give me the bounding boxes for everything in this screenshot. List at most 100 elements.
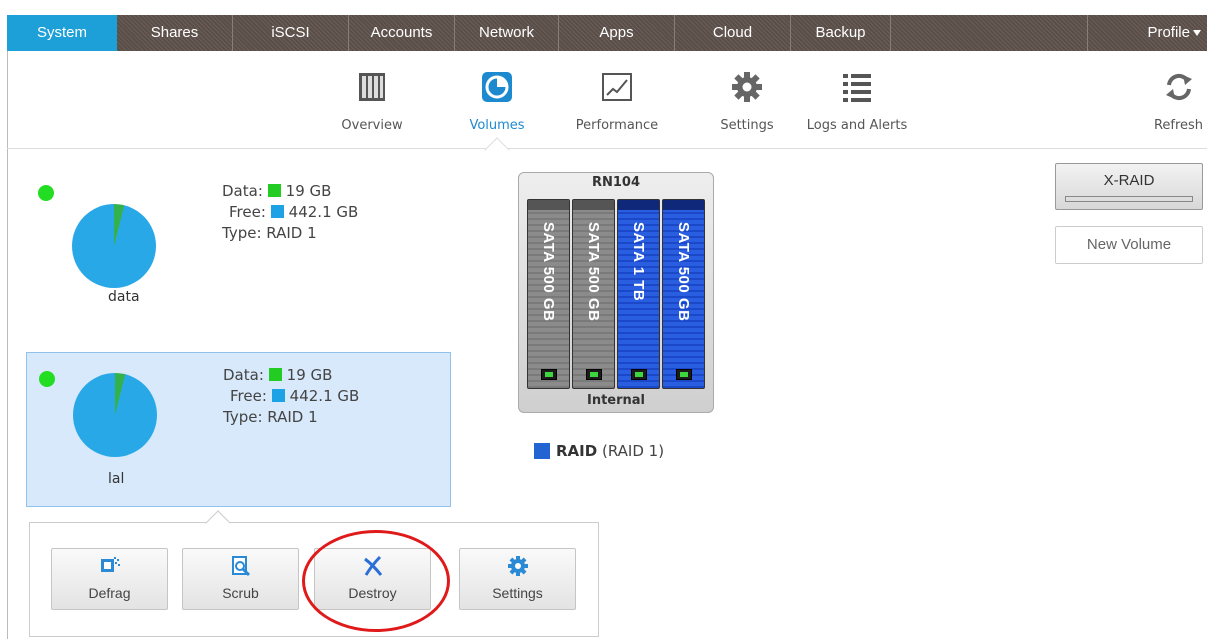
type-value: RAID 1 [266,224,317,242]
disk-bay-4[interactable]: SATA 500 GB [662,199,705,389]
refresh-label: Refresh [1153,118,1204,133]
volume-usage-pie-chart [73,373,157,457]
subnav-logs-and-alerts[interactable]: Logs and Alerts [802,51,912,149]
volume-type-row: Type: RAID 1 [223,407,359,428]
settings-gear-icon [732,72,762,102]
free-label: Free: [229,203,266,221]
settings-gear-icon [507,556,528,576]
volume-data-row: Data: 19 GB [222,181,358,202]
refresh-button[interactable]: Refresh [1150,51,1207,149]
volume-type-row: Type: RAID 1 [222,223,358,244]
disk-label: SATA 1 TB [630,222,647,302]
free-color-swatch [270,205,284,218]
data-label: Data: [223,366,264,384]
disk-bay-3[interactable]: SATA 1 TB [617,199,660,389]
volume-settings-label: Settings [492,585,543,601]
type-label: Type: [223,408,263,426]
tab-cloud[interactable]: Cloud [675,15,791,51]
subnav-volumes-label: Volumes [469,118,525,133]
disk-label: SATA 500 GB [585,222,602,322]
free-value: 442.1 GB [288,203,359,221]
tab-apps[interactable]: Apps [559,15,675,51]
chevron-down-icon [1193,30,1201,37]
volumes-icon [482,72,512,102]
subnav-logs-label: Logs and Alerts [806,118,908,133]
free-label: Free: [230,387,267,405]
defrag-label: Defrag [88,585,131,601]
new-volume-button[interactable]: New Volume [1055,226,1203,264]
volume-status-indicator [38,185,54,201]
volume-settings-button[interactable]: Settings [459,548,576,610]
performance-icon [602,73,632,101]
refresh-icon [1165,73,1192,101]
tab-system[interactable]: System [7,15,117,51]
data-color-swatch [267,184,281,197]
volume-stats: Data: 19 GB Free: 442.1 GB Type: RAID 1 [223,365,359,428]
subnav-overview[interactable]: Overview [322,51,422,149]
tab-accounts[interactable]: Accounts [349,15,455,51]
type-value: RAID 1 [267,408,318,426]
defrag-icon [100,557,120,572]
data-color-swatch [268,368,282,381]
volume-free-row: Free: 442.1 GB [222,202,358,223]
subnav-overview-label: Overview [341,118,403,133]
xraid-toggle[interactable]: X-RAID [1055,163,1203,210]
volume-usage-pie-chart [72,204,156,288]
profile-label: Profile [1147,24,1190,41]
data-value: 19 GB [286,366,333,384]
disk-status-led [630,369,647,380]
volume-card-lal[interactable]: lal Data: 19 GB Free: 442.1 GB Type: RAI… [26,352,451,507]
disk-label: SATA 500 GB [540,222,557,322]
xraid-label: X-RAID [1103,172,1155,189]
data-value: 19 GB [285,182,332,200]
disk-label: SATA 500 GB [675,222,692,322]
volume-name: data [108,289,140,305]
overview-icon [359,73,385,101]
free-color-swatch [271,389,285,402]
disk-bay-top [573,200,614,210]
subnav-settings-label: Settings [720,118,774,133]
raid-color-swatch [534,443,550,459]
raid-name: RAID [556,442,598,460]
logs-list-icon [843,74,871,102]
xraid-status-bar [1065,196,1193,202]
disk-bay-top [618,200,659,210]
type-label: Type: [222,224,262,242]
raid-level: (RAID 1) [601,442,665,460]
red-annotation-circle [302,530,450,632]
volume-name: lal [108,471,125,487]
volume-free-row: Free: 442.1 GB [223,386,359,407]
tab-iscsi[interactable]: iSCSI [233,15,349,51]
subnav-performance-label: Performance [575,118,659,133]
enclosure-title: RN104 [591,175,641,190]
top-navigation-bar: System Shares iSCSI Accounts Network App… [7,15,1207,51]
disk-bay-2[interactable]: SATA 500 GB [572,199,615,389]
volume-status-indicator [39,371,55,387]
subnav-settings[interactable]: Settings [697,51,797,149]
data-label: Data: [222,182,263,200]
scrub-icon [231,556,250,577]
volume-card-data[interactable]: data Data: 19 GB Free: 442.1 GB Type: RA… [26,165,451,320]
sub-navigation-bar: Overview Volumes Performance Settings Lo… [7,51,1207,163]
subnav-volumes[interactable]: Volumes [447,51,547,149]
disk-status-led [540,369,557,380]
volume-stats: Data: 19 GB Free: 442.1 GB Type: RAID 1 [222,181,358,244]
raid-legend: RAID (RAID 1) [534,442,664,460]
scrub-label: Scrub [222,585,259,601]
subnav-performance[interactable]: Performance [567,51,667,149]
rn104-enclosure: RN104 SATA 500 GB SATA 500 GB SATA 1 TB … [518,172,714,413]
disk-bay-top [528,200,569,210]
profile-menu[interactable]: Profile [1087,15,1207,51]
free-value: 442.1 GB [289,387,360,405]
disk-status-led [675,369,692,380]
defrag-button[interactable]: Defrag [51,548,168,610]
tab-backup[interactable]: Backup [791,15,891,51]
tab-network[interactable]: Network [455,15,559,51]
disk-status-led [585,369,602,380]
disk-bay-top [663,200,704,210]
disk-bay-1[interactable]: SATA 500 GB [527,199,570,389]
tab-shares[interactable]: Shares [117,15,233,51]
scrub-button[interactable]: Scrub [182,548,299,610]
enclosure-footer: Internal [586,393,646,408]
volume-data-row: Data: 19 GB [223,365,359,386]
